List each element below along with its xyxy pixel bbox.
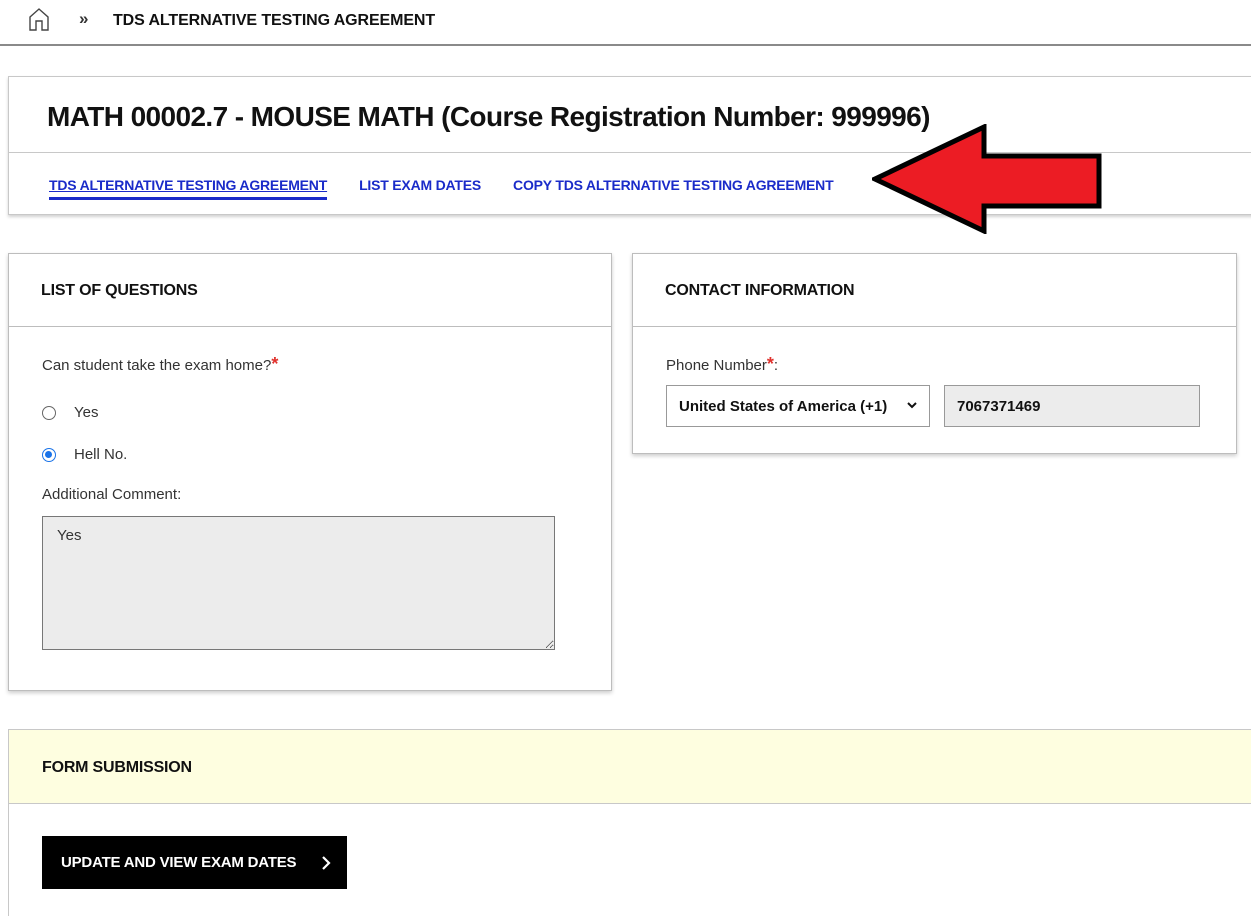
submission-heading: FORM SUBMISSION bbox=[42, 759, 192, 776]
breadcrumb-current: TDS ALTERNATIVE TESTING AGREEMENT bbox=[113, 12, 436, 29]
chevron-down-icon bbox=[907, 402, 917, 409]
breadcrumb: » TDS ALTERNATIVE TESTING AGREEMENT bbox=[0, 0, 1251, 46]
radio-label-yes: Yes bbox=[74, 404, 99, 421]
home-icon[interactable] bbox=[28, 7, 50, 31]
phone-number-value: 7067371469 bbox=[957, 397, 1041, 415]
additional-comment-textarea[interactable]: Yes bbox=[42, 516, 555, 650]
red-arrow-annotation bbox=[872, 124, 1102, 234]
update-and-view-exam-dates-button[interactable]: UPDATE AND VIEW EXAM DATES bbox=[42, 836, 347, 889]
tab-list-exam-dates[interactable]: LIST EXAM DATES bbox=[359, 177, 481, 200]
tab-alternative-testing-agreement[interactable]: TDS ALTERNATIVE TESTING AGREEMENT bbox=[49, 177, 327, 200]
comment-label: Additional Comment: bbox=[42, 486, 182, 503]
chevron-right-icon bbox=[322, 856, 331, 870]
required-asterisk: * bbox=[271, 354, 279, 374]
radio-label-no: Hell No. bbox=[74, 446, 128, 463]
questions-card: LIST OF QUESTIONS Can student take the e… bbox=[8, 253, 612, 691]
radio-option-no[interactable]: Hell No. bbox=[42, 446, 127, 463]
form-submission-card: FORM SUBMISSION UPDATE AND VIEW EXAM DAT… bbox=[8, 729, 1251, 916]
phone-label-text: Phone Number bbox=[666, 357, 767, 374]
questions-header: LIST OF QUESTIONS bbox=[9, 254, 611, 327]
phone-number-input[interactable]: 7067371469 bbox=[944, 385, 1200, 427]
required-asterisk: * bbox=[766, 354, 774, 374]
submit-button-label: UPDATE AND VIEW EXAM DATES bbox=[61, 854, 297, 871]
country-selected-value: United States of America (+1) bbox=[679, 397, 888, 415]
course-tabs: TDS ALTERNATIVE TESTING AGREEMENT LIST E… bbox=[49, 177, 834, 200]
contact-heading: CONTACT INFORMATION bbox=[665, 282, 855, 299]
question-text: Can student take the exam home? bbox=[42, 357, 272, 374]
submission-header: FORM SUBMISSION bbox=[9, 730, 1251, 804]
country-code-select[interactable]: United States of America (+1) bbox=[666, 385, 930, 427]
phone-label: Phone Number*: bbox=[666, 354, 778, 375]
phone-label-suffix: : bbox=[773, 357, 779, 374]
question-label: Can student take the exam home?* bbox=[42, 354, 278, 375]
radio-option-yes[interactable]: Yes bbox=[42, 404, 98, 421]
page-title: MATH 00002.7 - MOUSE MATH (Course Regist… bbox=[47, 101, 930, 132]
contact-header: CONTACT INFORMATION bbox=[633, 254, 1236, 327]
radio-button-yes[interactable] bbox=[42, 405, 56, 420]
tab-copy-agreement[interactable]: COPY TDS ALTERNATIVE TESTING AGREEMENT bbox=[513, 177, 834, 200]
breadcrumb-separator: » bbox=[79, 9, 89, 28]
contact-card: CONTACT INFORMATION Phone Number*: Unite… bbox=[632, 253, 1237, 454]
questions-heading: LIST OF QUESTIONS bbox=[41, 282, 198, 299]
radio-button-no[interactable] bbox=[42, 447, 56, 462]
